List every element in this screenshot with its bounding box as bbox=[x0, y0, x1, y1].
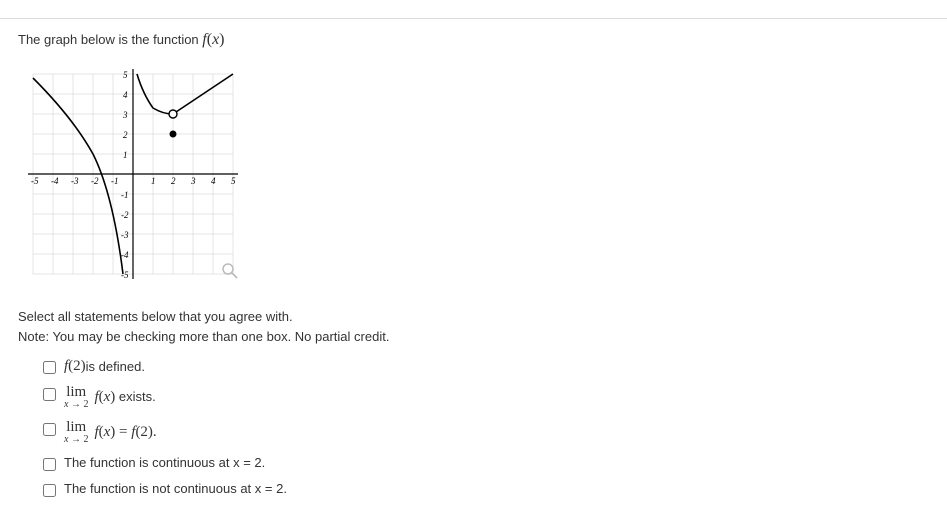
graph-svg: -5-4-3 -2-1 123 45 543 21 -1-2-3 -4-5 bbox=[23, 64, 243, 284]
closed-point-icon bbox=[170, 131, 177, 138]
instruction-text: Select all statements below that you agr… bbox=[18, 307, 929, 346]
limit-symbol: lim x → 2 bbox=[64, 385, 88, 410]
svg-text:-2: -2 bbox=[121, 210, 129, 220]
option-3: lim x → 2 f(x) = f(2). bbox=[43, 420, 929, 445]
svg-text:3: 3 bbox=[190, 176, 196, 186]
option-1-label: f(2) is defined. bbox=[64, 358, 145, 375]
svg-text:-1: -1 bbox=[121, 190, 129, 200]
svg-text:-1: -1 bbox=[111, 176, 119, 186]
option-4-checkbox[interactable] bbox=[43, 458, 56, 471]
option-1: f(2) is defined. bbox=[43, 358, 929, 375]
svg-text:4: 4 bbox=[211, 176, 216, 186]
function-graph: -5-4-3 -2-1 123 45 543 21 -1-2-3 -4-5 bbox=[23, 64, 929, 287]
svg-text:1: 1 bbox=[151, 176, 156, 186]
instruction-line1: Select all statements below that you agr… bbox=[18, 309, 293, 324]
svg-text:2: 2 bbox=[123, 130, 128, 140]
svg-text:5: 5 bbox=[123, 70, 128, 80]
option-2-label: lim x → 2 f(x) exists. bbox=[64, 385, 156, 410]
option-2-checkbox[interactable] bbox=[43, 388, 56, 401]
option-3-checkbox[interactable] bbox=[43, 423, 56, 436]
svg-text:4: 4 bbox=[123, 90, 128, 100]
svg-text:1: 1 bbox=[123, 150, 128, 160]
option-3-label: lim x → 2 f(x) = f(2). bbox=[64, 420, 157, 445]
svg-text:2: 2 bbox=[171, 176, 176, 186]
limit-symbol: lim x → 2 bbox=[64, 420, 88, 445]
magnifier-icon bbox=[223, 264, 237, 278]
option-2: lim x → 2 f(x) exists. bbox=[43, 385, 929, 410]
question-prompt: The graph below is the function f(x) bbox=[18, 31, 929, 49]
svg-text:-4: -4 bbox=[121, 250, 129, 260]
svg-text:5: 5 bbox=[231, 176, 236, 186]
option-4: The function is continuous at x = 2. bbox=[43, 455, 929, 471]
option-5-checkbox[interactable] bbox=[43, 484, 56, 497]
options-list: f(2) is defined. lim x → 2 f(x) exists. … bbox=[43, 358, 929, 497]
option-1-checkbox[interactable] bbox=[43, 361, 56, 374]
svg-text:-2: -2 bbox=[91, 176, 99, 186]
option-5-label: The function is not continuous at x = 2. bbox=[64, 481, 287, 496]
function-label: f(x) bbox=[202, 31, 224, 48]
option-5: The function is not continuous at x = 2. bbox=[43, 481, 929, 497]
open-point-icon bbox=[169, 110, 177, 118]
svg-text:-5: -5 bbox=[31, 176, 39, 186]
svg-text:-4: -4 bbox=[51, 176, 59, 186]
option-4-label: The function is continuous at x = 2. bbox=[64, 455, 265, 470]
instruction-line2: Note: You may be checking more than one … bbox=[18, 329, 389, 344]
svg-text:3: 3 bbox=[122, 110, 128, 120]
svg-text:-3: -3 bbox=[121, 230, 129, 240]
prompt-prefix: The graph below is the function bbox=[18, 32, 202, 47]
svg-text:-3: -3 bbox=[71, 176, 79, 186]
